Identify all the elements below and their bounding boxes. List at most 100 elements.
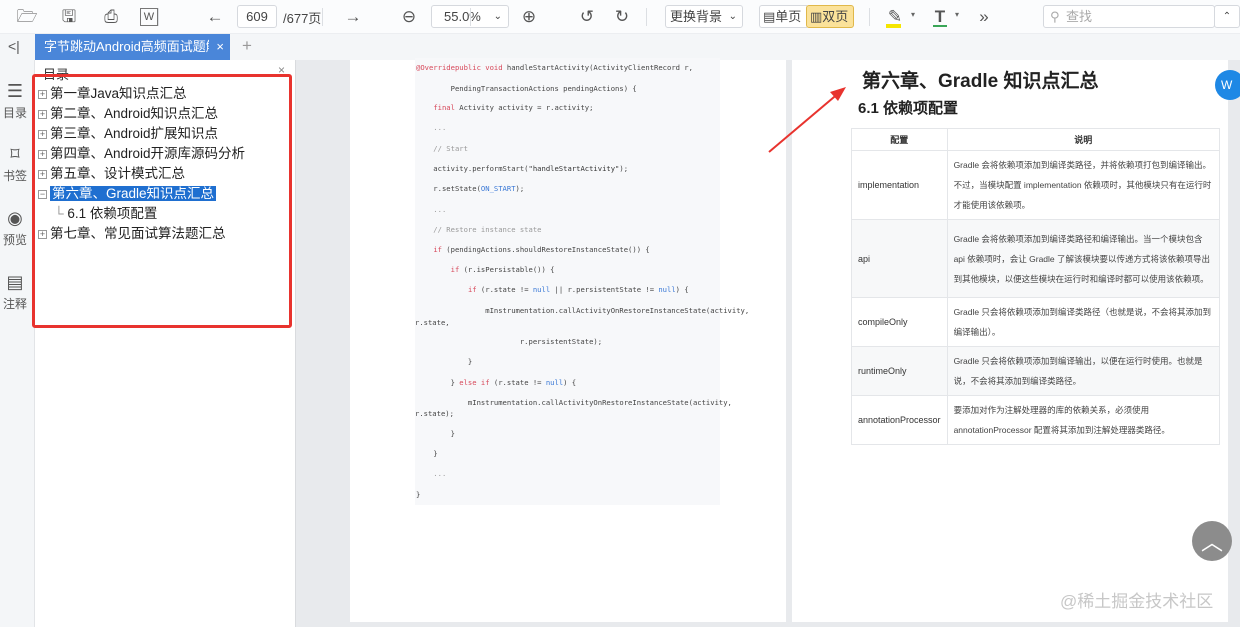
single-page-button[interactable]: ▤单页	[759, 5, 807, 28]
code-token: }	[416, 378, 460, 387]
table-row: implementation Gradle 会将依赖项添加到编译类路径，并将依赖项…	[851, 150, 1221, 220]
code-line: mInstrumentation.callActivityOnRestoreIn…	[416, 306, 749, 315]
code-line: }	[416, 490, 420, 499]
zoom-in-icon[interactable]: ⊕	[518, 6, 540, 28]
code-token: }	[416, 490, 421, 499]
config-description: Gradle 只会将依赖项添加到编译类路径（也就是说，不会将其添加到编译输出）。	[946, 297, 1221, 347]
rail-item-bookmark[interactable]: ⌑ 书签	[0, 143, 30, 184]
rail-label: 预览	[2, 233, 27, 247]
code-token: mInstrumentation.callActivityOnRestoreIn…	[416, 306, 750, 315]
rotate-left-icon[interactable]: ↺	[576, 6, 598, 28]
zoom-out-icon[interactable]: ⊖	[398, 6, 420, 28]
code-token: null	[532, 285, 551, 294]
code-token: ) {	[675, 285, 689, 294]
code-token: Activity activity = r.activity;	[459, 103, 594, 112]
save-icon[interactable]: 🖫	[58, 6, 80, 28]
code-line: // Start	[416, 144, 468, 153]
chevron-down-icon: ⌄	[728, 11, 737, 22]
search-placeholder: 查找	[1066, 9, 1093, 24]
text-dropdown-icon[interactable]: ▾	[955, 10, 959, 19]
code-token: ON_START	[480, 184, 516, 193]
table-row: compileOnly Gradle 只会将依赖项添加到编译类路径（也就是说，不会…	[851, 297, 1221, 347]
config-description: 要添加对作为注解处理器的库的依赖关系，必须使用 annotationProces…	[946, 395, 1221, 445]
highlight-icon[interactable]: ✎	[884, 6, 906, 28]
page-total: /677页	[283, 11, 322, 26]
double-page-button[interactable]: ▥双页	[806, 5, 854, 28]
code-token: ...	[416, 469, 447, 478]
highlight-box	[32, 74, 292, 328]
config-description: Gradle 会将依赖项添加到编译类路径，并将依赖项打包到编译输出。不过，当模块…	[946, 150, 1221, 220]
single-page-icon: ▤	[763, 9, 776, 24]
highlight-dropdown-icon[interactable]: ▾	[911, 10, 915, 19]
rotate-right-icon[interactable]: ↻	[611, 6, 633, 28]
code-token: activity.performStart(	[416, 164, 529, 173]
code-line: activity.performStart("handleStartActivi…	[416, 164, 628, 173]
code-token: r.setState(	[416, 184, 481, 193]
collapse-sidebar-icon[interactable]: <|	[8, 38, 20, 54]
left-rail: ☰ 目录 ⌑ 书签 ◉ 预览 ▤ 注释	[0, 60, 35, 627]
change-background-label: 更换背景	[670, 9, 723, 24]
table-row: annotationProcessor 要添加对作为注解处理器的库的依赖关系，必须…	[851, 395, 1221, 445]
tab-label: 字节跳动Android高频面试题解析	[44, 39, 209, 54]
code-token: @Override	[416, 63, 455, 72]
dependency-table: 配置 说明 implementation Gradle 会将依赖项添加到编译类路径，…	[851, 128, 1221, 445]
code-token: if	[450, 265, 464, 274]
code-token: // Start	[416, 144, 468, 153]
config-name: compileOnly	[851, 297, 948, 347]
prev-page-icon[interactable]: ←	[204, 6, 226, 28]
chevron-down-icon: ⌄	[493, 11, 502, 22]
config-description: Gradle 只会将依赖项添加到编译输出，以便在运行时使用。也就是说，不会将其添…	[946, 346, 1221, 396]
next-page-icon[interactable]: →	[342, 6, 364, 28]
code-line: ...	[416, 469, 446, 478]
code-token: PendingTransactionActions pendingActions…	[416, 84, 637, 93]
rail-label: 注释	[2, 297, 27, 311]
code-token: null	[658, 285, 676, 294]
new-tab-icon[interactable]: +	[242, 36, 252, 56]
code-line: if (r.state != null || r.persistentState…	[416, 285, 689, 294]
code-token: // Restore instance state	[416, 225, 542, 234]
code-line: mInstrumentation.callActivityOnRestoreIn…	[416, 398, 732, 407]
translate-float-icon[interactable]: W	[1215, 70, 1240, 100]
change-background-button[interactable]: 更换背景 ⌄	[665, 5, 743, 28]
close-tab-icon[interactable]: ×	[216, 34, 224, 60]
rail-item-annotation[interactable]: ▤ 注释	[0, 271, 30, 312]
code-line: ...	[416, 205, 446, 214]
tab-document[interactable]: 字节跳动Android高频面试题解析 ×	[35, 34, 230, 60]
convert-word-icon[interactable]: W	[140, 8, 158, 26]
code-line: PendingTransactionActions pendingActions…	[416, 84, 637, 93]
code-token: ) {	[563, 378, 577, 387]
toolbar: 🗁 🖫 ⎙ W ← 609 /677页 → ⊖ 55.0% ⌄ ⊕ ↺ ↻ 更换背…	[0, 0, 1240, 34]
search-input[interactable]: ⚲ 查找	[1043, 5, 1215, 28]
code-token: (r.state !=	[480, 285, 533, 294]
search-prev-button[interactable]: ⌃	[1214, 5, 1240, 28]
code-token: final	[433, 103, 460, 112]
code-token: }	[416, 357, 473, 366]
print-icon[interactable]: ⎙	[100, 6, 122, 28]
code-token: ...	[416, 205, 447, 214]
text-tool-icon[interactable]: T	[929, 6, 951, 28]
rail-item-preview[interactable]: ◉ 预览	[0, 207, 30, 248]
more-icon[interactable]: »	[973, 6, 995, 28]
config-name: api	[851, 219, 948, 298]
code-line: @Overridepublic void handleStartActivity…	[416, 63, 693, 72]
code-line: } else if (r.state != null) {	[416, 378, 577, 387]
page-number-input[interactable]: 609	[237, 5, 277, 28]
code-token: public void	[454, 63, 507, 72]
code-line: r.state,	[415, 318, 450, 327]
config-name: implementation	[851, 150, 948, 220]
chapter-title: 第六章、Gradle 知识点汇总	[862, 71, 1099, 92]
section-title: 6.1 依赖项配置	[858, 100, 959, 117]
double-page-icon: ▥	[810, 9, 823, 24]
code-line: final Activity activity = r.activity;	[416, 103, 593, 112]
open-folder-icon[interactable]: 🗁	[16, 6, 38, 28]
rail-item-toc[interactable]: ☰ 目录	[0, 80, 30, 121]
scroll-top-button[interactable]: ︿	[1192, 521, 1232, 561]
code-line: r.setState(ON_START);	[416, 184, 524, 193]
code-token: (pendingActions.shouldRestoreInstanceSta…	[446, 245, 650, 254]
eye-icon: ◉	[7, 208, 23, 228]
code-token: r.state);	[415, 409, 454, 418]
config-description: Gradle 会将依赖项添加到编译类路径和编译输出。当一个模块包含 api 依赖…	[946, 219, 1221, 298]
